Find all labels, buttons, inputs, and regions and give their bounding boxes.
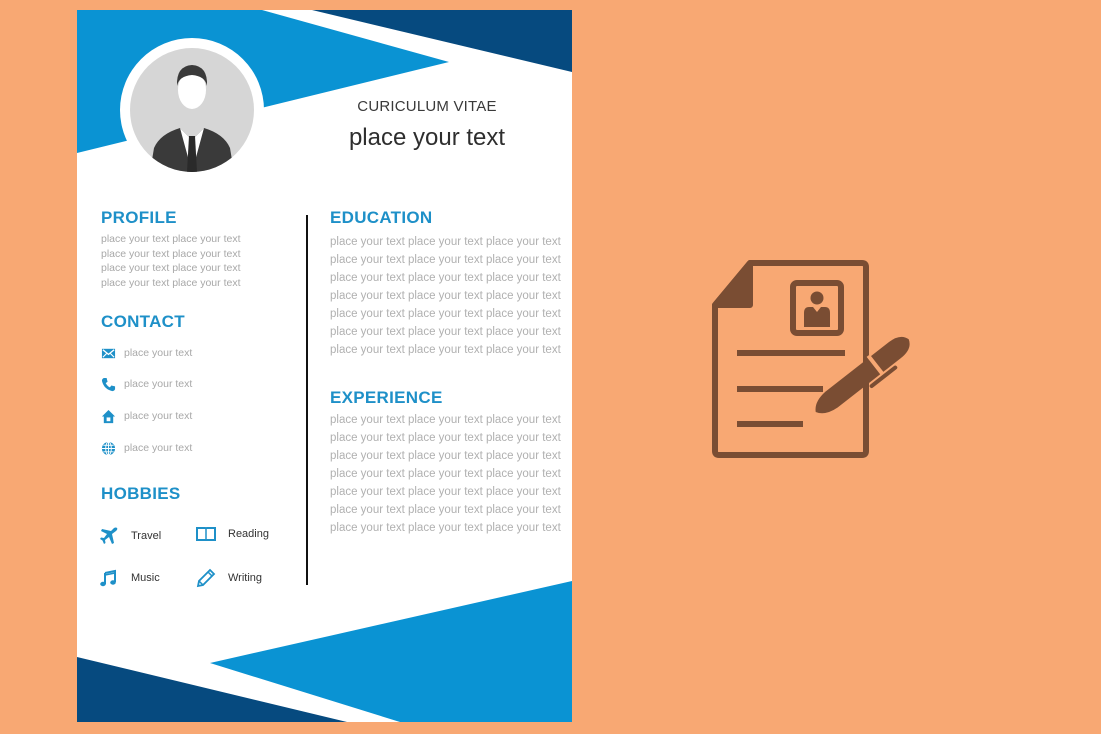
hobby-travel: Travel [99,526,161,546]
name-placeholder: place your text [348,124,506,151]
profile-line: place your text place your text [101,247,241,260]
contact-phone-text: place your text [124,378,193,390]
experience-line: place your text place your text place yo… [330,450,561,462]
pencil-icon [196,568,216,588]
column-divider [306,215,308,585]
education-line: place your text place your text place yo… [330,272,561,284]
experience-line: place your text place your text place yo… [330,468,561,480]
education-text: place your text place your text place yo… [330,233,561,359]
profile-line: place your text place your text [101,233,241,245]
education-heading: EDUCATION [330,208,433,227]
education-line: place your text place your text place yo… [330,326,561,338]
contact-email-text: place your text [124,347,193,359]
profile-line: place your text place your text [101,276,241,289]
experience-line: place your text place your text place yo… [330,414,561,426]
hobby-reading-label: Reading [228,528,269,540]
airplane-icon [100,527,118,544]
globe-icon [101,440,116,456]
contact-item-website: place your text [101,440,192,456]
education-line: place your text place your text place yo… [330,236,561,248]
contact-item-address: place your text [101,408,192,424]
experience-heading: EXPERIENCE [330,388,443,407]
profile-heading: PROFILE [101,208,177,227]
education-line: place your text place your text place yo… [330,344,561,356]
hobby-writing-label: Writing [228,572,263,584]
cv-title: CURICULUM VITAE [357,98,497,115]
experience-line: place your text place your text place yo… [330,504,561,516]
experience-text: place your text place your text place yo… [330,411,561,537]
contact-heading: CONTACT [101,312,185,331]
music-note-icon [100,569,116,587]
contact-item-email: place your text [101,345,192,361]
hobby-writing: Writing [196,568,262,588]
avatar [120,38,264,182]
resume-document-with-pen-icon [712,260,910,458]
person-suit-icon [150,65,234,172]
contact-website-text: place your text [124,442,193,454]
hobby-music-label: Music [131,572,160,584]
profile-text: place your text place your text place yo… [101,232,241,290]
contact-address-text: place your text [124,410,193,422]
phone-icon [101,377,116,391]
contact-item-phone: place your text [101,376,192,392]
education-line: place your text place your text place yo… [330,308,561,320]
experience-line: place your text place your text place yo… [330,522,561,534]
education-line: place your text place your text place yo… [330,290,561,302]
profile-line: place your text place your text [101,262,241,274]
hobby-music: Music [99,568,160,588]
bottom-light-blue-shape [210,581,572,722]
experience-line: place your text place your text place yo… [330,432,561,444]
envelope-icon [101,348,116,358]
hobbies-heading: HOBBIES [101,484,181,503]
experience-line: place your text place your text place yo… [330,486,561,498]
book-icon [196,527,216,542]
hobby-reading: Reading [196,524,269,544]
education-line: place your text place your text place yo… [330,254,561,266]
home-icon [101,409,116,423]
hobby-travel-label: Travel [131,530,162,542]
resume-document: CURICULUM VITAE place your text PROFILE … [77,10,572,722]
